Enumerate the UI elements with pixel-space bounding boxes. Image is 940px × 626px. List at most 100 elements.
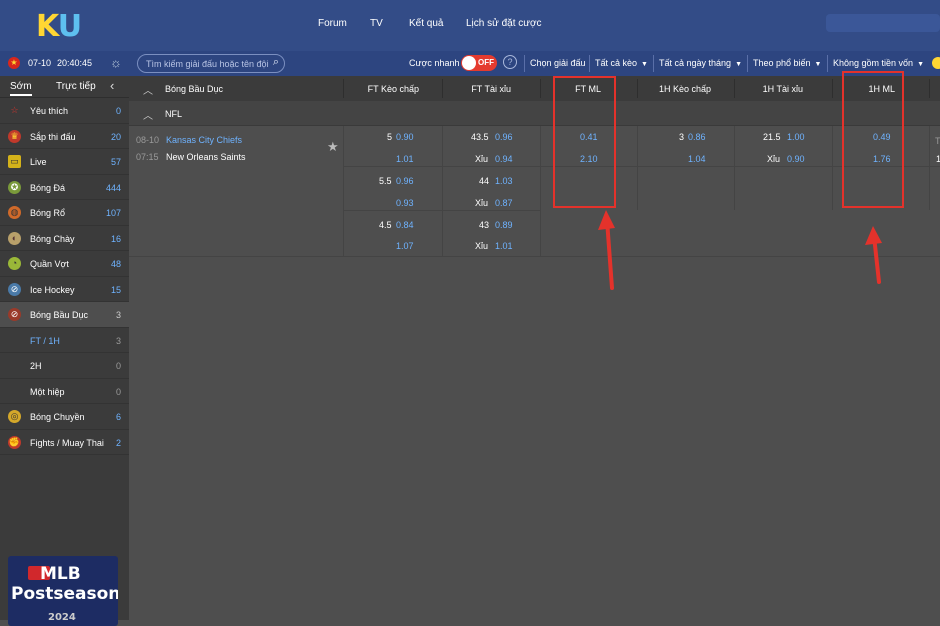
- sidebar-item-label: Bóng Bầu Dục: [30, 310, 89, 320]
- grid-line: [442, 126, 443, 256]
- odds-format-dropdown[interactable]: Không gồm tiền vốn ▼: [833, 58, 924, 68]
- sidebar-item-count: 444: [105, 182, 121, 193]
- odds-value[interactable]: 0.87: [495, 198, 513, 208]
- sidebar-item-ice-hockey[interactable]: ⊘ Ice Hockey 15: [0, 277, 129, 302]
- odds-table: ︿ Bóng Bầu Dục FT Kèo chấp FT Tài xỉu FT…: [129, 76, 940, 620]
- search-icon[interactable]: ⌕: [273, 56, 279, 69]
- bet-type-label: Tất cả kèo: [595, 58, 638, 68]
- search-placeholder: Tìm kiếm giải đấu hoặc tên đội: [146, 59, 269, 69]
- divider: [827, 55, 828, 72]
- chevron-up-icon[interactable]: ︿: [143, 82, 153, 97]
- odds-value[interactable]: 0.94: [495, 154, 513, 164]
- date-label: Tất cả ngày tháng: [659, 58, 732, 68]
- odds-value[interactable]: 1.04: [688, 154, 706, 164]
- ou-line: 43: [479, 220, 490, 230]
- account-area[interactable]: [826, 14, 940, 32]
- sidebar-item-count: 3: [115, 335, 121, 346]
- odds-value[interactable]: 0.84: [396, 220, 414, 230]
- sub-toolbar: ★ 07-10 20:40:45 ☼ Tìm kiếm giải đấu hoặ…: [0, 51, 940, 76]
- home-team[interactable]: Kansas City Chiefs: [166, 135, 242, 145]
- odds-value[interactable]: 0.96: [396, 176, 414, 186]
- header-ft-handicap: FT Kèo chấp: [367, 84, 419, 94]
- banner-subtitle: Postseason: [11, 584, 118, 604]
- match-time: 07:15: [136, 152, 159, 162]
- bet-type-dropdown[interactable]: Tất cả kèo ▼: [595, 58, 648, 68]
- sidebar-item-label: Fights / Muay Thai: [30, 437, 104, 448]
- vietnam-flag-icon[interactable]: ★: [8, 57, 20, 69]
- red-arrow-icon: [865, 226, 882, 284]
- arrow-head: [598, 210, 615, 230]
- select-league-label: Chọn giải đấu: [530, 58, 586, 68]
- sidebar-item-soccer[interactable]: ✪ Bóng Đá 444: [0, 175, 129, 200]
- nav-bet-history[interactable]: Lịch sử đặt cược: [466, 18, 542, 29]
- theme-sun-icon[interactable]: ☼: [110, 55, 122, 70]
- current-date: 07-10: [28, 58, 52, 68]
- odds-value[interactable]: 1.00: [787, 132, 805, 142]
- sidebar-item-fights[interactable]: ✊ Fights / Muay Thai 2: [0, 430, 129, 455]
- odds-value[interactable]: 1.01: [495, 241, 513, 251]
- odds-value[interactable]: 0.90: [787, 154, 805, 164]
- odds-value[interactable]: 1.01: [396, 154, 414, 164]
- ku-logo[interactable]: KU: [36, 9, 82, 44]
- hcap-line: 4.5: [379, 220, 392, 230]
- top-bar: KU Forum TV Kết quả Lịch sử đặt cược: [0, 0, 940, 51]
- sidebar-item-basketball[interactable]: ◍ Bóng Rổ 107: [0, 200, 129, 226]
- odds-value[interactable]: 1.03: [495, 176, 513, 186]
- odds-value[interactable]: 0.93: [396, 198, 414, 208]
- mlb-postseason-banner[interactable]: MLB Postseason 2024: [8, 556, 118, 626]
- odds-value[interactable]: 0.96: [495, 132, 513, 142]
- grid-line: [637, 126, 638, 210]
- tv-icon: ▭: [8, 155, 21, 168]
- banner-title: MLB: [40, 564, 81, 584]
- header-sport: Bóng Bầu Dục: [165, 84, 224, 94]
- sort-dropdown[interactable]: Theo phổ biến ▼: [753, 58, 821, 68]
- sidebar-subitem-ft-1h[interactable]: FT / 1H 3: [0, 327, 129, 353]
- sidebar-item-count: 0: [115, 361, 121, 371]
- odds-value[interactable]: 1.07: [396, 241, 414, 251]
- sidebar-item-label: Bóng Rổ: [30, 208, 66, 218]
- sidebar-subitem-2h[interactable]: 2H 0: [0, 353, 129, 379]
- sidebar-item-count: 48: [110, 259, 121, 269]
- sidebar-item-live[interactable]: ▭ Live 57: [0, 149, 129, 175]
- odds-value[interactable]: 0.89: [495, 220, 513, 230]
- sidebar-subitem-one-half[interactable]: Một hiệp 0: [0, 379, 129, 404]
- sidebar-item-label: Bóng Chày: [30, 233, 75, 244]
- red-arrow-icon: [598, 210, 615, 290]
- help-icon[interactable]: ?: [503, 55, 517, 69]
- search-input[interactable]: Tìm kiếm giải đấu hoặc tên đội ⌕: [137, 54, 285, 73]
- select-league-button[interactable]: Chọn giải đấu: [530, 58, 586, 68]
- divider: [832, 79, 833, 98]
- sidebar-item-volleyball[interactable]: ◎ Bóng Chuyền 6: [0, 404, 129, 430]
- sidebar-item-favorites[interactable]: ☆ Yêu thích 0: [0, 98, 129, 124]
- favorite-star-icon[interactable]: ★: [327, 139, 339, 155]
- trophy-icon: ♛: [8, 129, 21, 143]
- chevron-up-icon[interactable]: ︿: [143, 107, 153, 122]
- coin-icon[interactable]: [932, 57, 940, 69]
- date-dropdown[interactable]: Tất cả ngày tháng ▼: [659, 58, 742, 68]
- odds-value[interactable]: 0.90: [396, 132, 414, 142]
- sort-label: Theo phổ biến: [753, 58, 811, 68]
- sidebar-item-tennis[interactable]: ◔ Quần Vợt 48: [0, 251, 129, 277]
- sidebar-item-count: 2: [115, 437, 121, 448]
- chevron-left-icon[interactable]: ‹: [110, 78, 114, 93]
- divider: [734, 79, 735, 98]
- sidebar-item-upcoming[interactable]: ♛ Sắp thi đấu 20: [0, 124, 129, 149]
- divider: [442, 79, 443, 98]
- sidebar-item-american-football[interactable]: ⊘ Bóng Bầu Dục 3: [0, 302, 129, 328]
- tab-early[interactable]: Sớm: [10, 81, 32, 96]
- quick-bet-toggle[interactable]: OFF: [461, 55, 497, 71]
- away-team[interactable]: New Orleans Saints: [166, 152, 246, 162]
- toggle-knob: [462, 56, 476, 70]
- league-row[interactable]: ︿ NFL: [129, 101, 940, 126]
- sidebar-item-label: 2H: [30, 361, 42, 371]
- header-1h-over-under: 1H Tài xỉu: [762, 84, 803, 94]
- nav-results[interactable]: Kết quả: [409, 18, 443, 29]
- tab-live[interactable]: Trực tiếp: [56, 81, 96, 92]
- table-header: ︿ Bóng Bầu Dục FT Kèo chấp FT Tài xỉu FT…: [129, 76, 940, 101]
- arrow-shaft: [605, 218, 614, 290]
- nav-tv[interactable]: TV: [370, 18, 383, 29]
- sidebar-item-baseball[interactable]: ◐ Bóng Chày 16: [0, 226, 129, 251]
- odds-value[interactable]: 0.86: [688, 132, 706, 142]
- ou-line: Xỉu: [475, 154, 489, 164]
- nav-forum[interactable]: Forum: [318, 18, 347, 29]
